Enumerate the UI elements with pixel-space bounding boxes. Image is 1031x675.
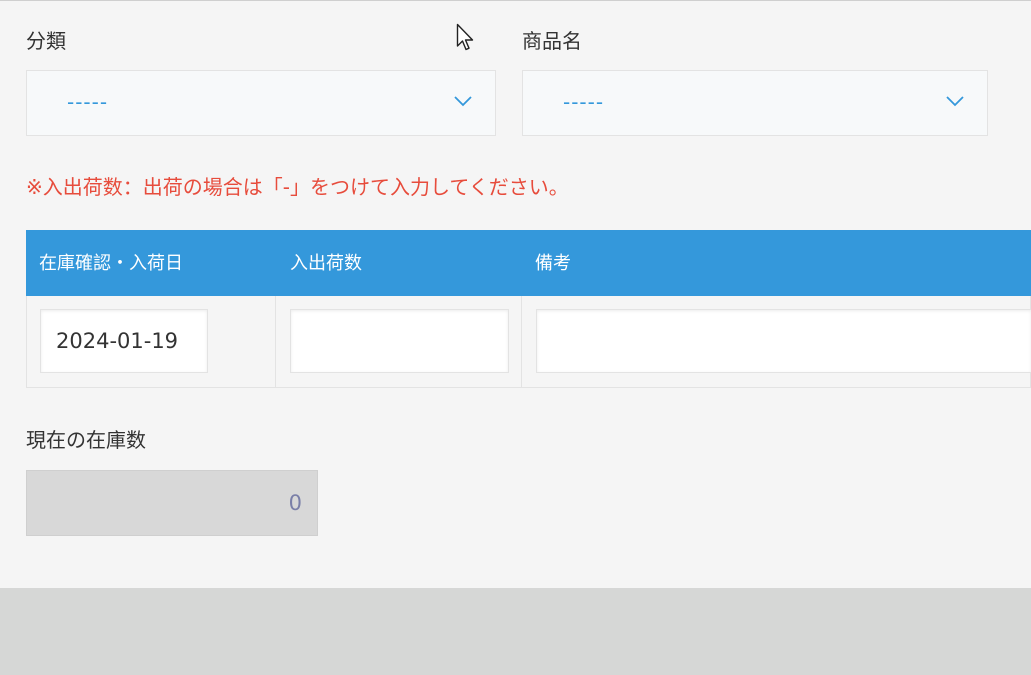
column-header-remarks: 備考	[535, 253, 571, 274]
product-name-select[interactable]: -----	[522, 70, 988, 136]
cell-divider	[275, 296, 276, 387]
product-name-label: 商品名	[522, 29, 582, 53]
chevron-down-icon	[946, 96, 964, 107]
category-select-value: -----	[67, 90, 109, 114]
current-stock-value: 0	[26, 470, 318, 536]
input-notice: ※入出荷数：出荷の場合は「-」をつけて入力してください。	[26, 175, 569, 199]
date-input[interactable]: 2024-01-19	[40, 309, 208, 373]
cell-divider	[521, 296, 522, 387]
form-area: 分類 ----- 商品名 ----- ※入出荷数：出荷の場合は「-」をつけて入力…	[0, 0, 1031, 588]
remarks-input[interactable]	[536, 309, 1031, 373]
column-header-date: 在庫確認・入荷日	[39, 253, 183, 274]
table-header: 在庫確認・入荷日 入出荷数 備考	[26, 230, 1031, 296]
column-header-quantity: 入出荷数	[290, 253, 362, 274]
category-select[interactable]: -----	[26, 70, 496, 136]
chevron-down-icon	[454, 96, 472, 107]
product-name-select-value: -----	[563, 90, 605, 114]
category-label: 分類	[26, 29, 66, 53]
current-stock-label: 現在の在庫数	[26, 428, 146, 452]
table-row: 2024-01-19	[26, 296, 1031, 388]
quantity-input[interactable]	[290, 309, 509, 373]
mouse-cursor-icon	[456, 23, 474, 51]
